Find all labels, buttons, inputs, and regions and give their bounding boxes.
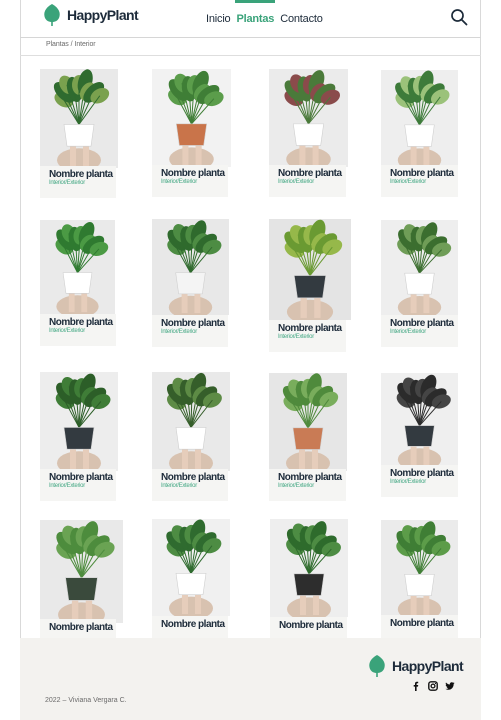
main-nav: Inicio Plantas Contacto [206,0,323,38]
plant-tag: Interior/Exterior [161,483,197,489]
plant-tag: Interior/Exterior [161,329,197,335]
plant-photo[interactable] [270,519,348,617]
plant-name: Nombre planta [278,168,342,179]
plant-tag: Interior/Exterior [49,483,85,489]
breadcrumb: Plantas / Interior [46,41,96,48]
plant-photo[interactable] [269,69,348,167]
plant-photo[interactable] [152,372,230,471]
plant-tag: Interior/Exterior [278,483,314,489]
plant-name: Nombre planta [278,472,342,483]
card-caption: Nombre planta Interior/Exterior [269,320,346,352]
plant-name: Nombre planta [49,317,113,328]
plant-photo[interactable] [152,219,229,315]
plant-name: Nombre planta [161,472,225,483]
footer-brand-name: HappyPlant [392,658,464,674]
plant-name: Nombre planta [390,168,454,179]
plant-name: Nombre planta [49,622,113,633]
card-caption: Nombre planta Interior/Exterior [381,165,458,197]
card-caption: Nombre planta Interior/Exterior [269,469,346,501]
card-caption: Nombre planta Interior/Exterior [381,315,458,347]
plant-tag: Interior/Exterior [49,180,85,186]
plant-photo[interactable] [152,519,230,616]
plant-tag: Interior/Exterior [278,334,314,340]
instagram-icon[interactable] [428,678,438,691]
product-card[interactable]: Nombre planta Interior/Exterior [269,373,347,503]
plant-name: Nombre planta [49,472,113,483]
plant-tag: Interior/Exterior [390,179,426,185]
plant-name: Nombre planta [161,168,225,179]
product-card[interactable]: Nombre planta Interior/Exterior [40,69,118,200]
site-footer: HappyPlant 2022 – Viviana Vergara C. [20,638,481,720]
nav-plantas[interactable]: Plantas [235,0,275,25]
plant-photo[interactable] [381,520,458,617]
plant-name: Nombre planta [390,318,454,329]
plant-photo[interactable] [40,372,118,471]
product-card[interactable]: Nombre planta Interior/Exterior [381,220,458,347]
plant-photo[interactable] [40,69,118,168]
plant-tag: Interior/Exterior [390,479,426,485]
plant-photo[interactable] [40,220,115,314]
product-card[interactable]: Nombre planta Interior/Exterior [152,69,231,199]
plant-photo[interactable] [381,220,458,315]
product-card[interactable]: Nombre planta Interior/Exterior [152,219,229,347]
product-card[interactable]: Nombre planta [152,519,230,648]
card-caption: Nombre planta Interior/Exterior [152,315,228,347]
card-caption: Nombre planta Interior/Exterior [40,469,116,501]
plant-name: Nombre planta [390,468,454,479]
breadcrumb-item-plantas[interactable]: Plantas [46,41,69,48]
product-card[interactable]: Nombre planta Interior/Exterior [269,219,351,352]
product-card[interactable]: Nombre planta Interior/Exterior [40,220,116,346]
breadcrumb-divider [20,55,481,56]
nav-contacto[interactable]: Contacto [280,13,323,25]
card-caption: Nombre planta Interior/Exterior [152,469,228,501]
product-card[interactable]: Nombre planta Interior/Exterior [152,372,230,503]
plant-name: Nombre planta [49,169,113,180]
product-card[interactable]: Nombre planta Interior/Exterior [40,372,118,503]
product-card[interactable]: Nombre planta Interior/Exterior [381,70,458,200]
card-caption: Nombre planta Interior/Exterior [269,165,346,197]
breadcrumb-item-interior: Interior [74,41,96,48]
header-logo[interactable]: HappyPlant [42,3,139,27]
product-card[interactable]: Nombre planta Interior/Exterior [269,69,348,199]
product-card[interactable]: Nombre planta [381,520,458,649]
plant-name: Nombre planta [161,619,225,630]
search-icon[interactable] [450,8,468,26]
site-header: HappyPlant Inicio Plantas Contacto [20,0,481,38]
plant-tag: Interior/Exterior [390,329,426,335]
twitter-icon[interactable] [445,678,455,690]
plant-tag: Interior/Exterior [278,179,314,185]
plant-tag: Interior/Exterior [49,328,85,334]
plant-photo[interactable] [381,70,458,168]
plant-photo[interactable] [269,373,347,471]
facebook-icon[interactable] [411,678,421,691]
leaf-logo-icon [44,4,60,26]
product-card[interactable]: Nombre planta [270,519,348,649]
product-card[interactable]: Nombre planta [40,520,123,655]
plant-photo[interactable] [40,520,123,623]
plant-photo[interactable] [381,373,458,467]
product-card[interactable]: Nombre planta Interior/Exterior [381,373,458,499]
plant-name: Nombre planta [278,323,342,334]
copyright-text: 2022 – Viviana Vergara C. [45,697,127,704]
breadcrumb-separator: / [70,41,73,48]
plant-tag: Interior/Exterior [161,179,197,185]
card-caption: Nombre planta Interior/Exterior [381,465,458,497]
footer-logo[interactable]: HappyPlant [367,654,464,678]
nav-inicio[interactable]: Inicio [206,13,231,25]
card-caption: Nombre planta Interior/Exterior [152,165,228,197]
card-caption: Nombre planta Interior/Exterior [40,166,116,198]
plant-name: Nombre planta [161,318,225,329]
plant-name: Nombre planta [279,620,343,631]
plant-photo[interactable] [152,69,231,167]
social-links [411,678,455,691]
plant-name: Nombre planta [390,618,454,629]
card-caption: Nombre planta Interior/Exterior [40,314,116,346]
leaf-logo-icon [369,655,385,677]
plant-photo[interactable] [269,219,351,320]
brand-name: HappyPlant [67,7,139,23]
